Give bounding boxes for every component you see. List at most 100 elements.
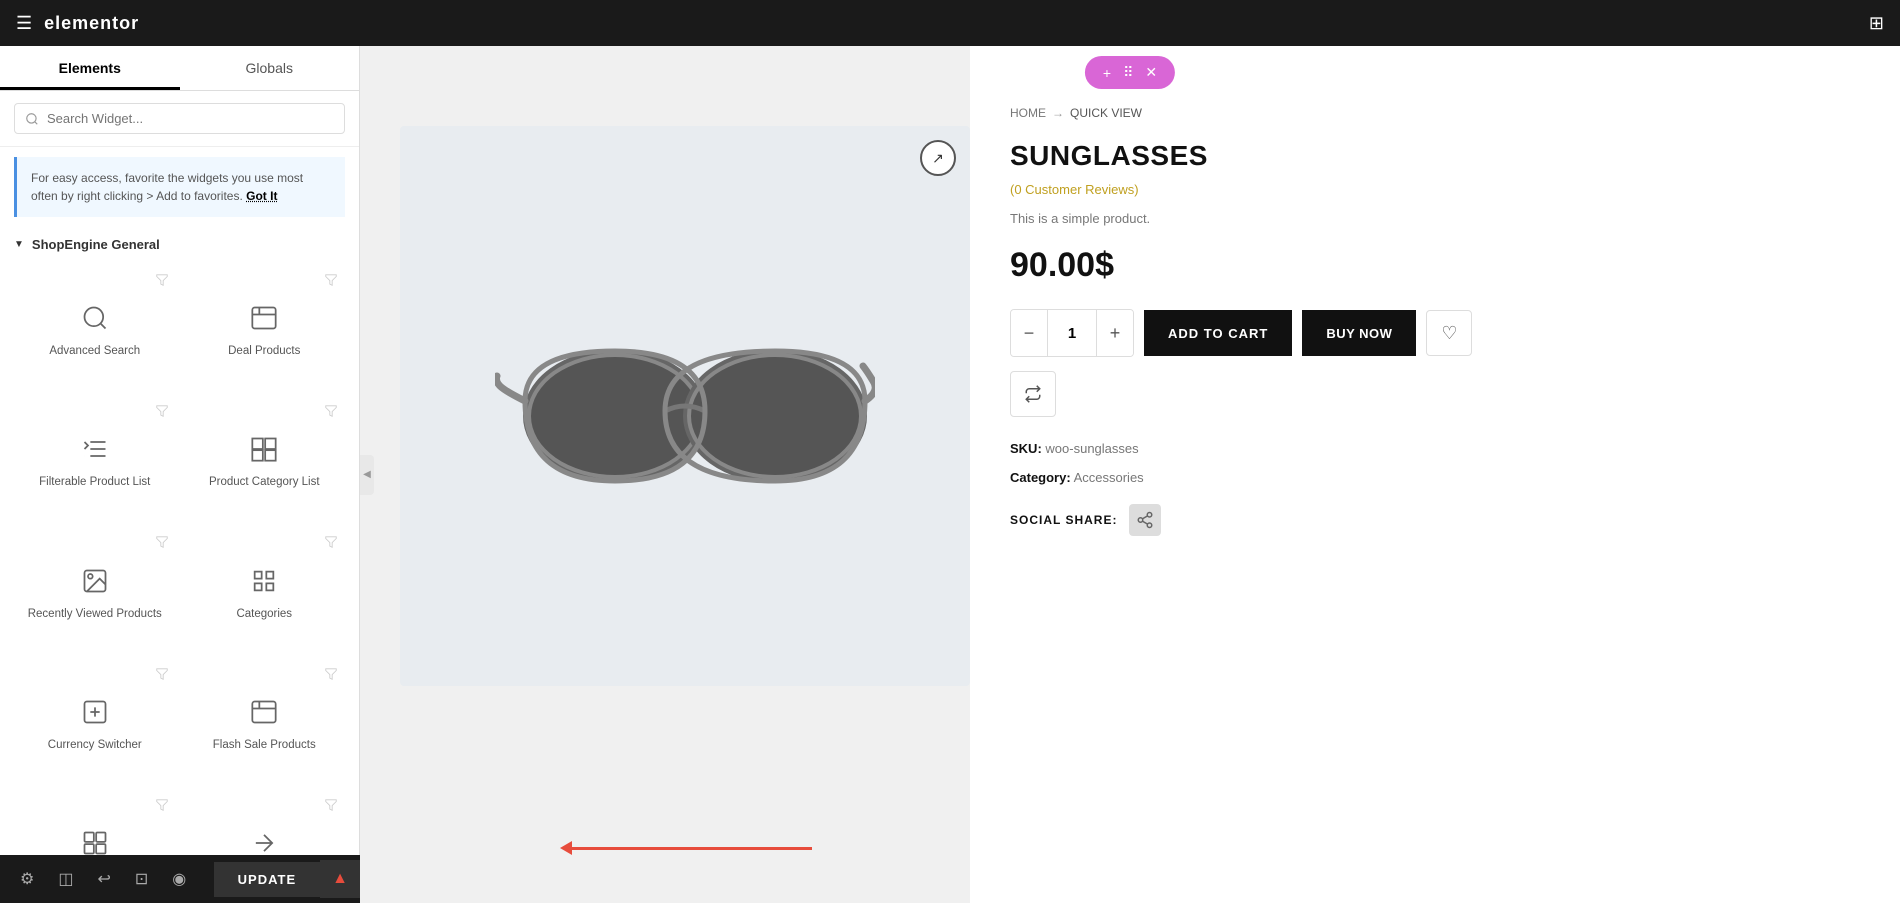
compare-button[interactable] bbox=[1010, 371, 1056, 417]
collapse-handle[interactable]: ◀ bbox=[360, 455, 374, 495]
widget-flash-sale[interactable]: Flash Sale Products bbox=[184, 660, 346, 783]
social-share-row: SOCIAL SHARE: bbox=[1010, 504, 1860, 536]
widget-badge bbox=[324, 798, 338, 814]
floating-close-icon[interactable]: ✕ bbox=[1141, 62, 1161, 83]
widget-categories-icon bbox=[246, 563, 282, 599]
toolbar-icons: ⚙ ◫ ↩ ⊡ ◉ bbox=[0, 861, 196, 897]
widget-label-currency: Currency Switcher bbox=[48, 738, 142, 753]
info-banner: For easy access, favorite the widgets yo… bbox=[14, 157, 345, 217]
widget-badge bbox=[324, 667, 338, 683]
widget-recent-icon bbox=[77, 563, 113, 599]
grid-icon[interactable]: ⊞ bbox=[1869, 13, 1884, 34]
section-header: ▼ ShopEngine General bbox=[0, 227, 359, 262]
widget-badge bbox=[155, 667, 169, 683]
social-share-label: SOCIAL SHARE: bbox=[1010, 513, 1117, 527]
update-button[interactable]: UPDATE bbox=[214, 862, 320, 897]
widget-advanced-search[interactable]: Advanced Search bbox=[14, 266, 176, 389]
widget-filterable-product[interactable]: Filterable Product List bbox=[14, 397, 176, 520]
category-label: Category: bbox=[1010, 470, 1071, 485]
product-sku: SKU: woo-sunglasses bbox=[1010, 437, 1860, 460]
widget-badge bbox=[155, 273, 169, 289]
preview-area: ↗ bbox=[360, 46, 1900, 903]
elementor-logo: elementor bbox=[44, 13, 139, 34]
social-share-icon[interactable] bbox=[1129, 504, 1161, 536]
qty-value: 1 bbox=[1047, 310, 1097, 356]
sku-value: woo-sunglasses bbox=[1045, 441, 1138, 456]
top-bar: ☰ elementor ⊞ bbox=[0, 0, 1900, 46]
chevron-up-button[interactable]: ▲ bbox=[320, 860, 360, 898]
widget-label-categories: Categories bbox=[236, 607, 292, 622]
qty-plus-button[interactable]: + bbox=[1097, 310, 1133, 356]
product-reviews[interactable]: (0 Customer Reviews) bbox=[1010, 182, 1860, 197]
tab-elements[interactable]: Elements bbox=[0, 46, 180, 90]
search-input[interactable] bbox=[47, 111, 334, 126]
widget-badge bbox=[155, 404, 169, 420]
sku-label: SKU: bbox=[1010, 441, 1042, 456]
product-category-meta: Category: Accessories bbox=[1010, 466, 1860, 489]
got-it-link[interactable]: Got It bbox=[246, 189, 277, 203]
widget-label-deal-products: Deal Products bbox=[228, 344, 300, 359]
wishlist-button[interactable]: ♡ bbox=[1426, 310, 1472, 356]
widget-label-flash-sale: Flash Sale Products bbox=[213, 738, 316, 753]
widget-recently-viewed[interactable]: Recently Viewed Products bbox=[14, 528, 176, 651]
tab-globals[interactable]: Globals bbox=[180, 46, 360, 90]
quantity-control: − 1 + bbox=[1010, 309, 1134, 357]
history-icon[interactable]: ↩ bbox=[87, 861, 120, 897]
widget-badge bbox=[155, 798, 169, 814]
bottom-toolbar: ⚙ ◫ ↩ ⊡ ◉ UPDATE ▲ bbox=[0, 855, 360, 903]
product-image-area: ↗ bbox=[400, 126, 970, 686]
main-layout: Elements Globals For easy access, favori… bbox=[0, 46, 1900, 903]
widget-search-icon bbox=[77, 300, 113, 336]
widget-badge bbox=[155, 535, 169, 551]
add-to-cart-button[interactable]: ADD TO CART bbox=[1144, 310, 1292, 356]
search-box bbox=[14, 103, 345, 134]
preview-icon[interactable]: ◉ bbox=[162, 861, 196, 897]
expand-button[interactable]: ↗ bbox=[920, 140, 956, 176]
category-value[interactable]: Accessories bbox=[1074, 470, 1144, 485]
breadcrumb-home[interactable]: HOME bbox=[1010, 106, 1046, 120]
widgets-grid: Advanced Search Deal Products bbox=[0, 262, 359, 903]
widget-currency-switcher[interactable]: Currency Switcher bbox=[14, 660, 176, 783]
product-title: SUNGLASSES bbox=[1010, 140, 1860, 172]
product-description: This is a simple product. bbox=[1010, 211, 1860, 226]
widget-label-category: Product Category List bbox=[209, 475, 320, 490]
qty-minus-button[interactable]: − bbox=[1011, 310, 1047, 356]
hamburger-icon[interactable]: ☰ bbox=[16, 13, 32, 34]
widget-flash-icon bbox=[246, 694, 282, 730]
section-title: ShopEngine General bbox=[32, 237, 160, 252]
widget-category-icon bbox=[246, 431, 282, 467]
compare-row bbox=[1010, 371, 1860, 417]
breadcrumb: HOME → QUICK VIEW bbox=[1010, 106, 1860, 120]
widget-categories[interactable]: Categories bbox=[184, 528, 346, 651]
settings-icon[interactable]: ⚙ bbox=[10, 861, 44, 897]
search-container bbox=[0, 91, 359, 147]
widget-filter-icon bbox=[77, 431, 113, 467]
collapse-icon: ◀ bbox=[363, 469, 371, 480]
share-icon bbox=[1136, 511, 1154, 529]
widget-label-filterable: Filterable Product List bbox=[39, 475, 150, 490]
product-price: 90.00$ bbox=[1010, 246, 1860, 285]
breadcrumb-current: QUICK VIEW bbox=[1070, 106, 1142, 120]
breadcrumb-arrow-icon: → bbox=[1052, 106, 1064, 120]
product-details: HOME → QUICK VIEW SUNGLASSES (0 Customer… bbox=[970, 46, 1900, 903]
widget-badge bbox=[324, 535, 338, 551]
layers-icon[interactable]: ◫ bbox=[48, 861, 83, 897]
floating-dots-icon[interactable]: ⠿ bbox=[1119, 62, 1137, 83]
update-area: UPDATE ▲ bbox=[214, 860, 360, 898]
section-arrow-icon: ▼ bbox=[14, 239, 24, 250]
widget-product-category[interactable]: Product Category List bbox=[184, 397, 346, 520]
widget-deal-icon bbox=[246, 300, 282, 336]
sidebar-tabs: Elements Globals bbox=[0, 46, 359, 91]
floating-toolbar: + ⠿ ✕ bbox=[1085, 56, 1175, 89]
widget-label-advanced-search: Advanced Search bbox=[49, 344, 140, 359]
widget-currency-icon bbox=[77, 694, 113, 730]
buy-now-button[interactable]: BUY NOW bbox=[1302, 310, 1416, 356]
add-to-cart-row: − 1 + ADD TO CART BUY NOW ♡ bbox=[1010, 309, 1860, 357]
widget-badge bbox=[324, 273, 338, 289]
search-icon bbox=[25, 112, 39, 126]
floating-plus-icon[interactable]: + bbox=[1099, 63, 1115, 83]
content-area: ◀ + ⠿ ✕ ↗ bbox=[360, 46, 1900, 903]
widget-badge bbox=[324, 404, 338, 420]
widget-deal-products[interactable]: Deal Products bbox=[184, 266, 346, 389]
responsive-icon[interactable]: ⊡ bbox=[125, 861, 158, 897]
